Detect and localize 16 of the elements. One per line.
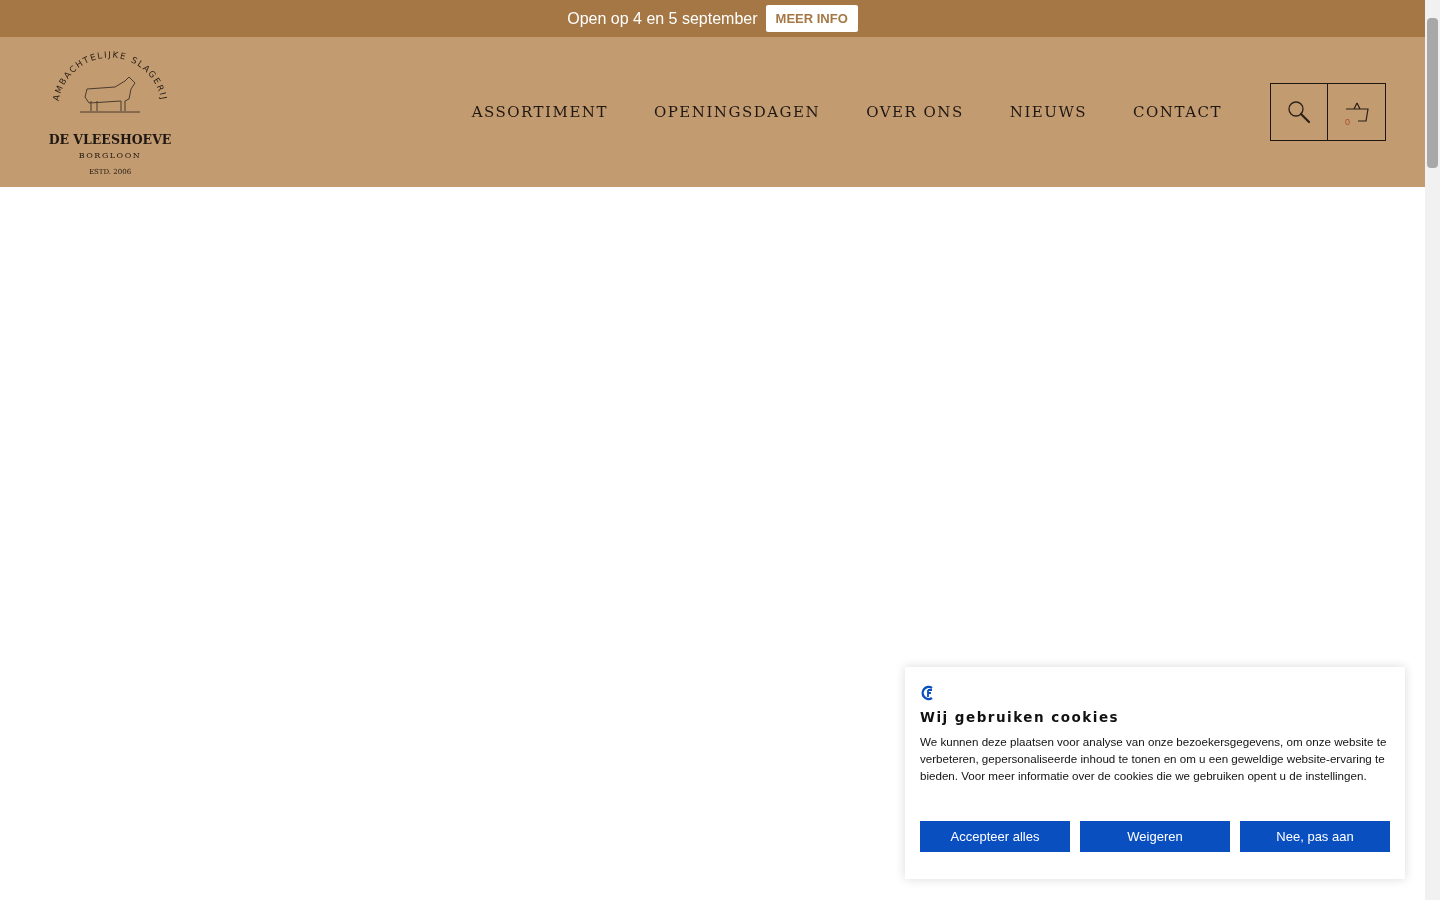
cart-count: 0 (1345, 117, 1350, 127)
nav-link[interactable]: OVER ONS (866, 103, 964, 121)
nav-link[interactable]: CONTACT (1133, 103, 1222, 121)
basket-icon (1343, 101, 1370, 123)
announcement-text: Open op 4 en 5 september (567, 9, 758, 28)
search-button[interactable] (1270, 83, 1328, 141)
nav-link[interactable]: ASSORTIMENT (471, 103, 608, 121)
cookie-text: We kunnen deze plaatsen voor analyse van onze bezoekersgegevens, om onze website te verbeteren, gepersonaliseerde inhoud te tonen en om u een geweldige website-ervaring te bieden. Voor meer informatie over de cookies die we gebruiken opent u de instellingen. (920, 734, 1388, 784)
nav-link[interactable]: NIEUWS (1009, 103, 1088, 121)
more-info-button[interactable]: MEER INFO (765, 5, 858, 32)
cookie-button[interactable]: Nee, pas aan (1240, 821, 1390, 852)
search-icon (1286, 99, 1312, 125)
cookie-button[interactable]: Accepteer alles (920, 821, 1070, 852)
cookie-title: Wij gebruiken cookies (920, 709, 1121, 725)
cookie-button[interactable]: Weigeren (1080, 821, 1230, 852)
nav-link[interactable]: OPENINGSDAGEN (653, 103, 821, 121)
